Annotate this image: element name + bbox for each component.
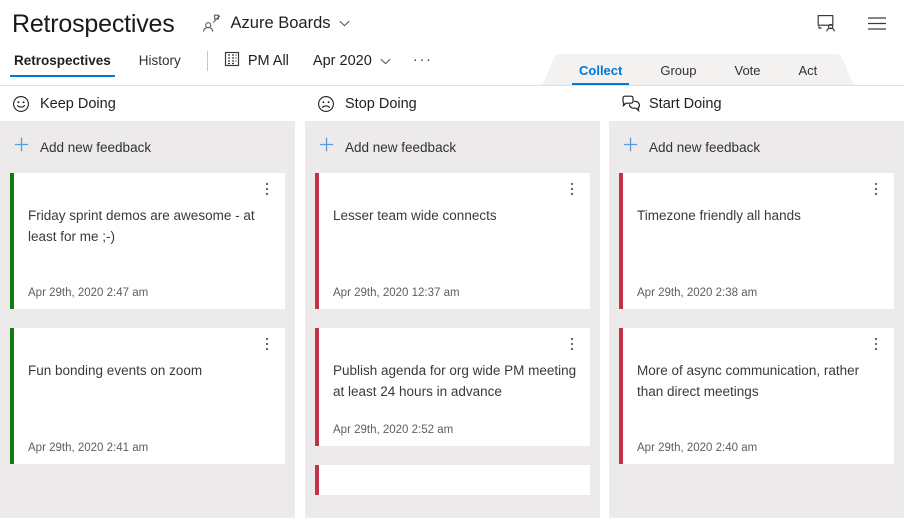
card-content: Friday sprint demos are awesome - at lea…: [14, 173, 285, 309]
card-text: Publish agenda for org wide PM meeting a…: [333, 360, 578, 402]
project-picker[interactable]: Azure Boards: [202, 14, 350, 33]
column-title: Keep Doing: [40, 96, 116, 112]
tab-group[interactable]: Group: [641, 64, 715, 85]
more-vertical-icon[interactable]: [562, 179, 582, 199]
card-timestamp: Apr 29th, 2020 2:47 am: [28, 273, 273, 299]
feedback-card[interactable]: [315, 465, 590, 495]
column-stop-doing: Stop Doing Add new feedback Lesser team …: [305, 86, 600, 518]
column-body: Add new feedback Friday sprint demos are…: [0, 121, 295, 518]
vertical-divider: [207, 51, 208, 71]
column-body: Add new feedback Lesser team wide connec…: [305, 121, 600, 518]
grid-board-icon: [224, 51, 240, 72]
column-keep-doing: Keep Doing Add new feedback Friday sprin…: [0, 86, 295, 518]
card-timestamp: Apr 29th, 2020 2:38 am: [637, 273, 882, 299]
card-content: Fun bonding events on zoom Apr 29th, 202…: [14, 328, 285, 464]
chevron-down-icon: [380, 52, 391, 70]
column-title: Start Doing: [649, 96, 722, 112]
feedback-card[interactable]: Friday sprint demos are awesome - at lea…: [10, 173, 285, 309]
plus-icon: [319, 137, 334, 157]
tab-label: Act: [799, 63, 818, 78]
project-name: Azure Boards: [231, 14, 331, 33]
card-content: [319, 465, 590, 495]
pivot-label: Retrospectives: [14, 53, 111, 68]
card-text: Timezone friendly all hands: [637, 205, 882, 226]
card-content: Timezone friendly all hands Apr 29th, 20…: [623, 173, 894, 309]
more-vertical-icon[interactable]: [257, 334, 277, 354]
board-selector[interactable]: PM All: [224, 51, 289, 81]
add-feedback-label: Add new feedback: [40, 140, 151, 155]
header-actions: [814, 10, 904, 36]
date-label: Apr 2020: [313, 53, 372, 69]
card-timestamp: Apr 29th, 2020 12:37 am: [333, 273, 578, 299]
tab-label: Collect: [579, 63, 622, 78]
add-new-feedback-button[interactable]: Add new feedback: [619, 121, 894, 173]
add-feedback-label: Add new feedback: [345, 140, 456, 155]
plus-icon: [623, 137, 638, 157]
chevron-down-icon: [339, 14, 350, 32]
add-feedback-label: Add new feedback: [649, 140, 760, 155]
more-ellipsis-icon[interactable]: ···: [413, 52, 433, 79]
card-content: Publish agenda for org wide PM meeting a…: [319, 328, 590, 446]
present-screen-icon[interactable]: [814, 10, 840, 36]
card-timestamp: Apr 29th, 2020 2:52 am: [333, 410, 578, 436]
more-label: ···: [413, 51, 433, 68]
pivot-label: History: [139, 53, 181, 68]
more-vertical-icon[interactable]: [257, 179, 277, 199]
pivot-bar: Retrospectives History PM All Apr 2020 ·…: [0, 46, 433, 85]
pivot-history[interactable]: History: [137, 54, 183, 77]
people-icon: [202, 14, 222, 32]
app-header: Retrospectives Azure Boards: [0, 0, 904, 46]
feedback-card[interactable]: Publish agenda for org wide PM meeting a…: [315, 328, 590, 446]
frowny-face-icon: [317, 95, 335, 113]
tab-act[interactable]: Act: [780, 64, 837, 85]
feedback-card[interactable]: More of async communication, rather than…: [619, 328, 894, 464]
smiley-face-icon: [12, 95, 30, 113]
tab-vote[interactable]: Vote: [715, 64, 779, 85]
tabstrip-left-curve: [538, 54, 560, 85]
column-body: Add new feedback Timezone friendly all h…: [609, 121, 904, 518]
tab-collect[interactable]: Collect: [560, 64, 641, 85]
pivot-retrospectives[interactable]: Retrospectives: [12, 54, 113, 77]
feedback-card[interactable]: Fun bonding events on zoom Apr 29th, 202…: [10, 328, 285, 464]
column-header: Keep Doing: [0, 86, 295, 121]
feedback-card[interactable]: Lesser team wide connects Apr 29th, 2020…: [315, 173, 590, 309]
tab-label: Vote: [734, 63, 760, 78]
card-text: Friday sprint demos are awesome - at lea…: [28, 205, 273, 247]
feedback-card[interactable]: Timezone friendly all hands Apr 29th, 20…: [619, 173, 894, 309]
card-text: Fun bonding events on zoom: [28, 360, 273, 381]
tab-label: Group: [660, 63, 696, 78]
add-new-feedback-button[interactable]: Add new feedback: [315, 121, 590, 173]
more-vertical-icon[interactable]: [866, 334, 886, 354]
page-title: Retrospectives: [12, 10, 175, 37]
add-new-feedback-button[interactable]: Add new feedback: [10, 121, 285, 173]
sub-navigation: Retrospectives History PM All Apr 2020 ·…: [0, 46, 904, 86]
chat-bubbles-icon: [621, 95, 639, 113]
column-start-doing: Start Doing Add new feedback Timezone fr…: [609, 86, 904, 518]
card-content: More of async communication, rather than…: [623, 328, 894, 464]
card-text: More of async communication, rather than…: [637, 360, 882, 402]
hamburger-menu-icon[interactable]: [864, 10, 890, 36]
board-name: PM All: [248, 53, 289, 69]
card-timestamp: Apr 29th, 2020 2:40 am: [637, 428, 882, 454]
column-header: Stop Doing: [305, 86, 600, 121]
date-selector[interactable]: Apr 2020: [313, 52, 391, 79]
card-content: Lesser team wide connects Apr 29th, 2020…: [319, 173, 590, 309]
workflow-tabs: Collect Group Vote Act: [560, 54, 836, 85]
card-text: Lesser team wide connects: [333, 205, 578, 226]
retrospective-board: Keep Doing Add new feedback Friday sprin…: [0, 86, 904, 518]
card-timestamp: Apr 29th, 2020 2:41 am: [28, 428, 273, 454]
workflow-tab-strip: Collect Group Vote Act: [538, 54, 858, 85]
more-vertical-icon[interactable]: [562, 334, 582, 354]
column-header: Start Doing: [609, 86, 904, 121]
more-vertical-icon[interactable]: [866, 179, 886, 199]
plus-icon: [14, 137, 29, 157]
tabstrip-right-curve: [836, 54, 858, 85]
column-title: Stop Doing: [345, 96, 417, 112]
